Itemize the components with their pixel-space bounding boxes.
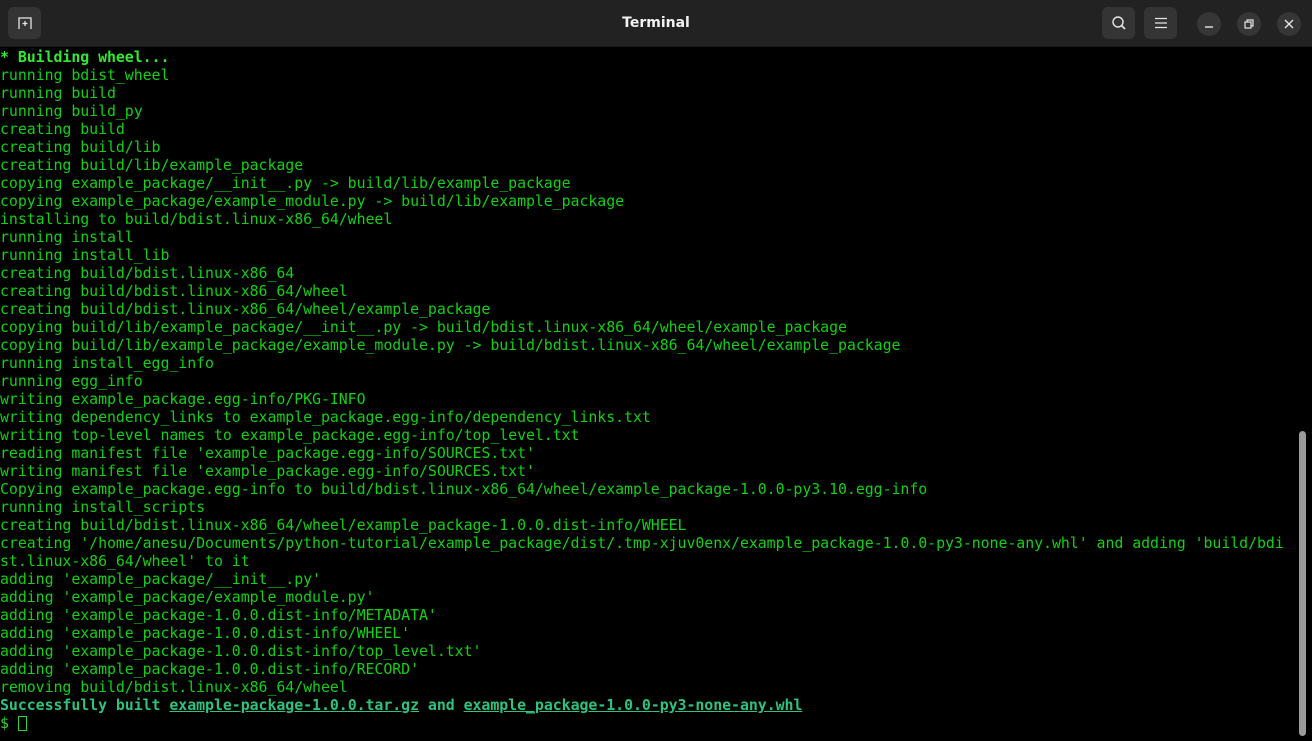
output-line: adding 'example_package-1.0.0.dist-info/… (0, 660, 420, 678)
close-icon (1284, 19, 1294, 29)
output-line: creating build/bdist.linux-x86_64/wheel (0, 282, 348, 300)
output-line: writing manifest file 'example_package.e… (0, 462, 535, 480)
output-line: running bdist_wheel (0, 66, 170, 84)
success-prefix: Successfully built (0, 696, 170, 714)
output-line: removing build/bdist.linux-x86_64/wheel (0, 678, 348, 696)
output-line: creating build/bdist.linux-x86_64/wheel/… (0, 516, 687, 534)
build-header-line: * Building wheel... (0, 48, 170, 66)
output-line: running install_egg_info (0, 354, 214, 372)
output-line: copying example_package/example_module.p… (0, 192, 625, 210)
output-line: adding 'example_package-1.0.0.dist-info/… (0, 606, 437, 624)
terminal-output[interactable]: * Building wheel... running bdist_wheel ru… (0, 48, 1296, 741)
output-line: running install_lib (0, 246, 170, 264)
scrollbar-thumb[interactable] (1299, 431, 1306, 736)
output-line: adding 'example_package/__init__.py' (0, 570, 321, 588)
prompt-line[interactable]: $ (0, 714, 1296, 732)
output-line: creating '/home/anesu/Documents/python-t… (0, 534, 1284, 552)
close-button[interactable] (1277, 12, 1301, 36)
output-line: creating build/lib/example_package (0, 156, 304, 174)
output-line: writing example_package.egg-info/PKG-INF… (0, 390, 366, 408)
text-cursor (17, 716, 27, 731)
output-line: running build_py (0, 102, 143, 120)
output-line: running install_scripts (0, 498, 206, 516)
output-line: creating build/bdist.linux-x86_64 (0, 264, 295, 282)
output-line: copying build/lib/example_package/__init… (0, 318, 847, 336)
output-line: adding 'example_package-1.0.0.dist-info/… (0, 642, 482, 660)
success-line: Successfully built example-package-1.0.0… (0, 696, 1296, 714)
restore-icon (1244, 19, 1254, 29)
success-joiner: and (419, 696, 464, 714)
output-line: adding 'example_package/example_module.p… (0, 588, 375, 606)
wheel-link[interactable]: example_package-1.0.0-py3-none-any.whl (464, 696, 803, 714)
output-line: running egg_info (0, 372, 143, 390)
prompt-symbol: $ (0, 714, 18, 732)
search-icon (1111, 16, 1126, 30)
output-line: adding 'example_package-1.0.0.dist-info/… (0, 624, 411, 642)
output-line: running install (0, 228, 134, 246)
output-line: Copying example_package.egg-info to buil… (0, 480, 928, 498)
hamburger-menu-icon (1154, 17, 1167, 29)
output-line: installing to build/bdist.linux-x86_64/w… (0, 210, 393, 228)
output-line: writing dependency_links to example_pack… (0, 408, 651, 426)
search-button[interactable] (1102, 7, 1135, 39)
minimize-icon (1205, 26, 1213, 28)
title-bar: Terminal (0, 0, 1312, 47)
output-line: creating build (0, 120, 125, 138)
maximize-button[interactable] (1237, 12, 1261, 36)
new-tab-button[interactable] (8, 7, 41, 39)
new-tab-icon (17, 17, 32, 29)
menu-button[interactable] (1144, 7, 1177, 39)
output-line: copying example_package/__init__.py -> b… (0, 174, 571, 192)
output-line: reading manifest file 'example_package.e… (0, 444, 535, 462)
output-line: running build (0, 84, 116, 102)
sdist-link[interactable]: example-package-1.0.0.tar.gz (169, 696, 419, 714)
output-line: copying build/lib/example_package/exampl… (0, 336, 901, 354)
output-line: writing top-level names to example_packa… (0, 426, 580, 444)
minimize-button[interactable] (1197, 12, 1221, 36)
output-line: creating build/bdist.linux-x86_64/wheel/… (0, 300, 491, 318)
output-line: st.linux-x86_64/wheel' to it (0, 552, 250, 570)
output-line: creating build/lib (0, 138, 161, 156)
